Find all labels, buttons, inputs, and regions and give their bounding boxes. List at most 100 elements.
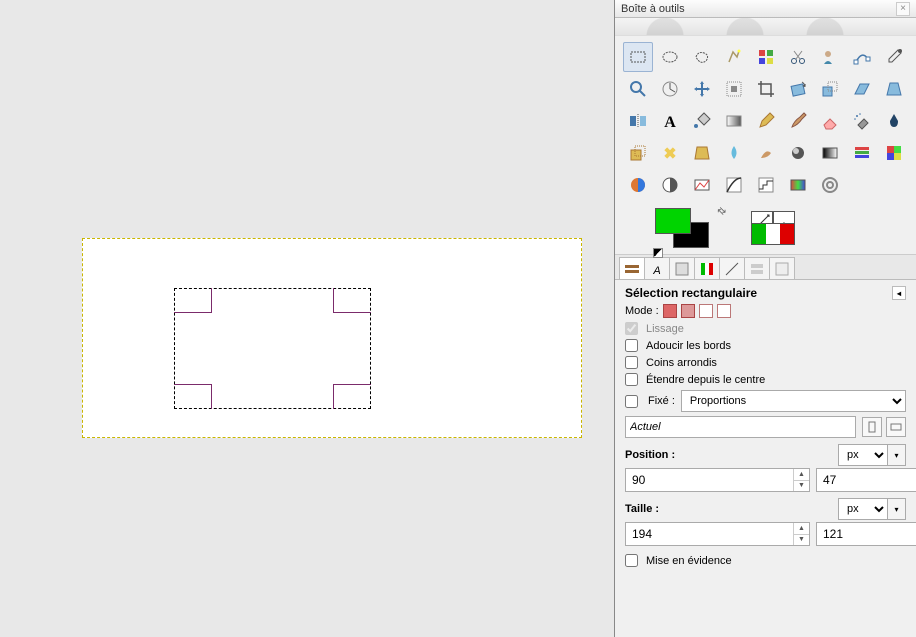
- tool-airbrush[interactable]: [847, 106, 877, 136]
- tool-flip[interactable]: [623, 106, 653, 136]
- tool-scale[interactable]: [815, 74, 845, 104]
- selection-handle-tr[interactable]: [333, 288, 371, 313]
- canvas[interactable]: [82, 238, 582, 438]
- tool-brightness-contrast[interactable]: [655, 170, 685, 200]
- tab-device-status[interactable]: A: [644, 257, 670, 279]
- tab-paths[interactable]: [719, 257, 745, 279]
- position-y-spin[interactable]: ▲▼: [816, 468, 916, 492]
- active-gradient[interactable]: [751, 223, 795, 245]
- reset-colors-icon[interactable]: [653, 248, 663, 258]
- size-w-down[interactable]: ▼: [794, 535, 809, 546]
- antialias-label: Lissage: [646, 323, 684, 335]
- tool-posterize[interactable]: [751, 170, 781, 200]
- antialias-checkbox: [625, 322, 638, 335]
- size-unit-select[interactable]: px: [838, 498, 888, 520]
- tool-measure[interactable]: [655, 74, 685, 104]
- tool-bucket-fill[interactable]: [687, 106, 717, 136]
- tool-hue-sat[interactable]: [879, 138, 909, 168]
- tool-ellipse-select[interactable]: [655, 42, 685, 72]
- lissage-row: Lissage: [625, 322, 906, 335]
- fg-bg-swatch[interactable]: ⇄: [655, 208, 711, 248]
- tool-scissors[interactable]: [783, 42, 813, 72]
- size-h-spin[interactable]: ▲▼: [816, 522, 916, 546]
- tool-fuzzy-select[interactable]: [719, 42, 749, 72]
- fg-color[interactable]: [655, 208, 691, 234]
- tool-eyedropper[interactable]: [879, 42, 909, 72]
- tool-foreground-select[interactable]: [815, 42, 845, 72]
- fixed-checkbox[interactable]: [625, 395, 638, 408]
- tab-layers[interactable]: [669, 257, 695, 279]
- tab-tool-options[interactable]: [619, 257, 645, 279]
- highlight-label: Mise en évidence: [646, 555, 732, 567]
- feather-checkbox[interactable]: [625, 339, 638, 352]
- tool-gegl[interactable]: [815, 170, 845, 200]
- size-w-spin[interactable]: ▲▼: [625, 522, 810, 546]
- expand-center-label: Étendre depuis le centre: [646, 374, 765, 386]
- mode-intersect[interactable]: [717, 304, 731, 318]
- highlight-checkbox[interactable]: [625, 554, 638, 567]
- rounded-checkbox[interactable]: [625, 356, 638, 369]
- pos-x-up[interactable]: ▲: [794, 469, 809, 481]
- mode-add[interactable]: [681, 304, 695, 318]
- panel-titlebar[interactable]: Boîte à outils ×: [615, 0, 916, 18]
- toolbox-panel: Boîte à outils ×: [614, 0, 916, 637]
- tool-desaturate[interactable]: [783, 170, 813, 200]
- tool-color-balance[interactable]: [847, 138, 877, 168]
- portrait-icon[interactable]: [862, 417, 882, 437]
- tool-colorize[interactable]: [623, 170, 653, 200]
- tool-clone[interactable]: [623, 138, 653, 168]
- size-w-up[interactable]: ▲: [794, 523, 809, 535]
- tool-ink[interactable]: [879, 106, 909, 136]
- position-x-input[interactable]: [626, 469, 793, 491]
- mode-replace[interactable]: [663, 304, 677, 318]
- tool-gradient[interactable]: [719, 106, 749, 136]
- tool-color-select[interactable]: [751, 42, 781, 72]
- expand-center-checkbox[interactable]: [625, 373, 638, 386]
- tool-blur[interactable]: [719, 138, 749, 168]
- selection-handle-br[interactable]: [333, 384, 371, 409]
- tool-rotate[interactable]: [783, 74, 813, 104]
- tool-shear[interactable]: [847, 74, 877, 104]
- panel-close-icon[interactable]: ×: [896, 2, 910, 16]
- tool-dodge-burn[interactable]: [783, 138, 813, 168]
- tool-move[interactable]: [687, 74, 717, 104]
- position-y-input[interactable]: [817, 469, 916, 491]
- selection-marquee[interactable]: [174, 288, 371, 409]
- size-h-input[interactable]: [817, 523, 916, 545]
- fixed-select[interactable]: Proportions: [681, 390, 906, 412]
- tool-eraser[interactable]: [815, 106, 845, 136]
- size-unit-menu[interactable]: ▾: [888, 498, 906, 520]
- tool-rect-select[interactable]: [623, 42, 653, 72]
- swap-colors-icon[interactable]: ⇄: [714, 205, 728, 219]
- aspect-input[interactable]: [625, 416, 856, 438]
- tool-heal[interactable]: [655, 138, 685, 168]
- tool-pencil[interactable]: [751, 106, 781, 136]
- tool-perspective[interactable]: [879, 74, 909, 104]
- options-collapse-icon[interactable]: ◂: [892, 286, 906, 300]
- tool-align[interactable]: [719, 74, 749, 104]
- position-x-spin[interactable]: ▲▼: [625, 468, 810, 492]
- selection-handle-bl[interactable]: [174, 384, 212, 409]
- tool-crop[interactable]: [751, 74, 781, 104]
- tab-histogram[interactable]: [769, 257, 795, 279]
- mode-subtract[interactable]: [699, 304, 713, 318]
- position-unit-menu[interactable]: ▾: [888, 444, 906, 466]
- position-unit-select[interactable]: px: [838, 444, 888, 466]
- color-row: ⇄ ·: [615, 204, 916, 254]
- tool-levels[interactable]: [815, 138, 845, 168]
- tool-zoom[interactable]: [623, 74, 653, 104]
- tab-channels[interactable]: [694, 257, 720, 279]
- tool-paths[interactable]: [847, 42, 877, 72]
- size-w-input[interactable]: [626, 523, 793, 545]
- tool-perspective-clone[interactable]: [687, 138, 717, 168]
- tool-free-select[interactable]: [687, 42, 717, 72]
- pos-x-down[interactable]: ▼: [794, 481, 809, 492]
- landscape-icon[interactable]: [886, 417, 906, 437]
- tool-smudge[interactable]: [751, 138, 781, 168]
- tool-paintbrush[interactable]: [783, 106, 813, 136]
- tool-text[interactable]: A: [655, 106, 685, 136]
- tool-threshold[interactable]: [687, 170, 717, 200]
- tool-curves[interactable]: [719, 170, 749, 200]
- tab-undo[interactable]: [744, 257, 770, 279]
- selection-handle-tl[interactable]: [174, 288, 212, 313]
